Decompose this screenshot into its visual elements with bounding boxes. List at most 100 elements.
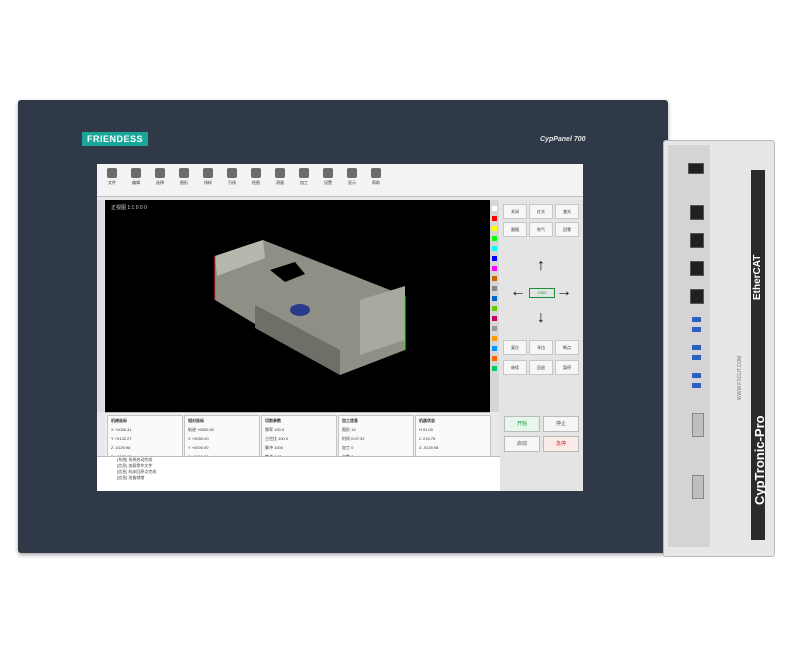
toolbar-item[interactable]: 帮助 xyxy=(367,168,385,186)
layer-color-swatch[interactable] xyxy=(492,246,497,251)
layer-color-swatch[interactable] xyxy=(492,236,497,241)
reset-button[interactable]: 复位 xyxy=(503,340,527,355)
pause-button[interactable]: 暂停 xyxy=(555,360,579,375)
toolbar-item[interactable]: 选择 xyxy=(151,168,169,186)
toolbar-item[interactable]: 编辑 xyxy=(127,168,145,186)
status-box: 机器状态H 01.00C 219.75Z -0129.98— xyxy=(415,415,491,459)
toolbar-item[interactable]: 排样 xyxy=(199,168,217,186)
continue-button[interactable]: 继续 xyxy=(503,360,527,375)
breakpoint-button[interactable]: 断点 xyxy=(555,340,579,355)
status-row: 占空比 100.0 xyxy=(265,436,289,441)
status-row: X +0000.00 xyxy=(188,436,209,441)
serial-port xyxy=(692,475,704,499)
toolbar-item-label: 编辑 xyxy=(132,180,140,185)
toolbar-item-label: 文件 xyxy=(108,180,116,185)
toolbar-item[interactable]: 图形 xyxy=(175,168,193,186)
toolbar-icon xyxy=(299,168,309,178)
status-row: 脉冲 1000 xyxy=(265,445,284,450)
toolbar-item[interactable]: 加工 xyxy=(295,168,313,186)
launch-button[interactable]: 启动 xyxy=(504,436,540,452)
toolbar-item-label: 测量 xyxy=(276,180,284,185)
dc-power-port xyxy=(688,163,704,174)
status-row: 加工 0 xyxy=(342,445,354,450)
stop-button[interactable]: 停止 xyxy=(543,416,579,432)
home-button[interactable]: 回零 xyxy=(555,222,579,237)
back-button[interactable]: 回退 xyxy=(529,360,553,375)
close-button[interactable]: 关闭 xyxy=(503,204,527,219)
follow-button[interactable]: 跟随 xyxy=(503,222,527,237)
up-arrow-icon[interactable]: ↑ xyxy=(533,258,549,274)
layer-color-swatch[interactable] xyxy=(492,226,497,231)
layer-color-swatch[interactable] xyxy=(492,296,497,301)
3d-viewport[interactable]: 正视图 1:1 0 0 0 xyxy=(105,200,490,412)
usb-port xyxy=(692,383,701,388)
toolbar-icon xyxy=(371,168,381,178)
status-box: 切割参数频率 100.0占空比 100.0脉冲 1000焦点 0.00 xyxy=(261,415,337,459)
layer-color-swatch[interactable] xyxy=(492,206,497,211)
toolbar-item[interactable]: 显示 xyxy=(343,168,361,186)
toolbar-item[interactable]: 文件 xyxy=(103,168,121,186)
layer-color-swatch[interactable] xyxy=(492,356,497,361)
status-row: 相对坐标 xyxy=(188,418,204,423)
layer-color-swatch[interactable] xyxy=(492,326,497,331)
toolbar-icon xyxy=(227,168,237,178)
layer-color-swatch[interactable] xyxy=(492,286,497,291)
edge-find-button[interactable]: 寻边 xyxy=(529,340,553,355)
layer-color-swatch[interactable] xyxy=(492,366,497,371)
status-row: 时间 0:07:32 xyxy=(342,436,365,441)
usb-port xyxy=(692,317,701,322)
status-row: Y +0132.27 xyxy=(111,436,132,441)
layer-color-swatch[interactable] xyxy=(492,346,497,351)
toolbar: 文件 编辑 选择 图形 排样 引线 绘图 测量 加工 设置 显示 帮助 xyxy=(97,164,583,197)
part-model-image xyxy=(214,240,406,375)
machine-control-panel: 关闭 红光 激光 跟随 吹气 回零 ↑ ← → ↓ 1000 复位 寻边 断点 … xyxy=(500,200,583,491)
brand-logo: FRIENDESS xyxy=(82,132,149,146)
toolbar-icon xyxy=(155,168,165,178)
layer-color-swatch[interactable] xyxy=(492,256,497,261)
left-arrow-icon[interactable]: ← xyxy=(510,284,526,300)
toolbar-item[interactable]: 引线 xyxy=(223,168,241,186)
status-row: Y +0000.00 xyxy=(188,445,209,450)
ethernet-port xyxy=(690,261,704,276)
toolbar-item-label: 帮助 xyxy=(372,180,380,185)
toolbar-item-label: 图形 xyxy=(180,180,188,185)
status-row: 加工信息 xyxy=(342,418,358,423)
ethernet-port xyxy=(690,289,704,304)
gas-button[interactable]: 吹气 xyxy=(529,222,553,237)
layer-color-swatch[interactable] xyxy=(492,306,497,311)
layer-color-swatch[interactable] xyxy=(492,276,497,281)
status-box: 机械坐标X +0026.41Y +0132.27Z -0129.98B +000… xyxy=(107,415,183,459)
toolbar-icon xyxy=(251,168,261,178)
estop-button[interactable]: 急停 xyxy=(543,436,579,452)
laser-button[interactable]: 激光 xyxy=(555,204,579,219)
speed-display[interactable]: 1000 xyxy=(529,288,555,298)
layer-color-swatch[interactable] xyxy=(492,316,497,321)
toolbar-item[interactable]: 设置 xyxy=(319,168,337,186)
toolbar-item[interactable]: 测量 xyxy=(271,168,289,186)
log-line: [信息] 准备就绪 xyxy=(117,475,145,480)
status-row: H 01.00 xyxy=(419,427,434,432)
right-arrow-icon[interactable]: → xyxy=(556,284,572,300)
down-arrow-icon[interactable]: ↓ xyxy=(533,310,549,326)
toolbar-item-label: 显示 xyxy=(348,180,356,185)
toolbar-item-label: 引线 xyxy=(228,180,236,185)
status-row: 频率 100.0 xyxy=(265,427,285,432)
start-button[interactable]: 开始 xyxy=(504,416,540,432)
status-row: 图形 15 xyxy=(342,427,356,432)
serial-port xyxy=(692,413,704,437)
status-box: 相对坐标轨迹 +0000.00X +0000.00Y +0000.00Z +00… xyxy=(184,415,260,459)
ethernet-port xyxy=(690,205,704,220)
layer-color-swatch[interactable] xyxy=(492,216,497,221)
status-row: 机械坐标 xyxy=(111,418,127,423)
usb-port xyxy=(692,373,701,378)
toolbar-item-label: 加工 xyxy=(300,180,308,185)
status-row: X +0026.41 xyxy=(111,427,132,432)
toolbar-icon xyxy=(107,168,117,178)
toolbar-item-label: 排样 xyxy=(204,180,212,185)
ipc-name-label: CypTronic-Pro xyxy=(752,415,767,505)
layer-color-swatch[interactable] xyxy=(492,336,497,341)
toolbar-item[interactable]: 绘图 xyxy=(247,168,265,186)
red-light-button[interactable]: 红光 xyxy=(529,204,553,219)
toolbar-icon xyxy=(203,168,213,178)
layer-color-swatch[interactable] xyxy=(492,266,497,271)
